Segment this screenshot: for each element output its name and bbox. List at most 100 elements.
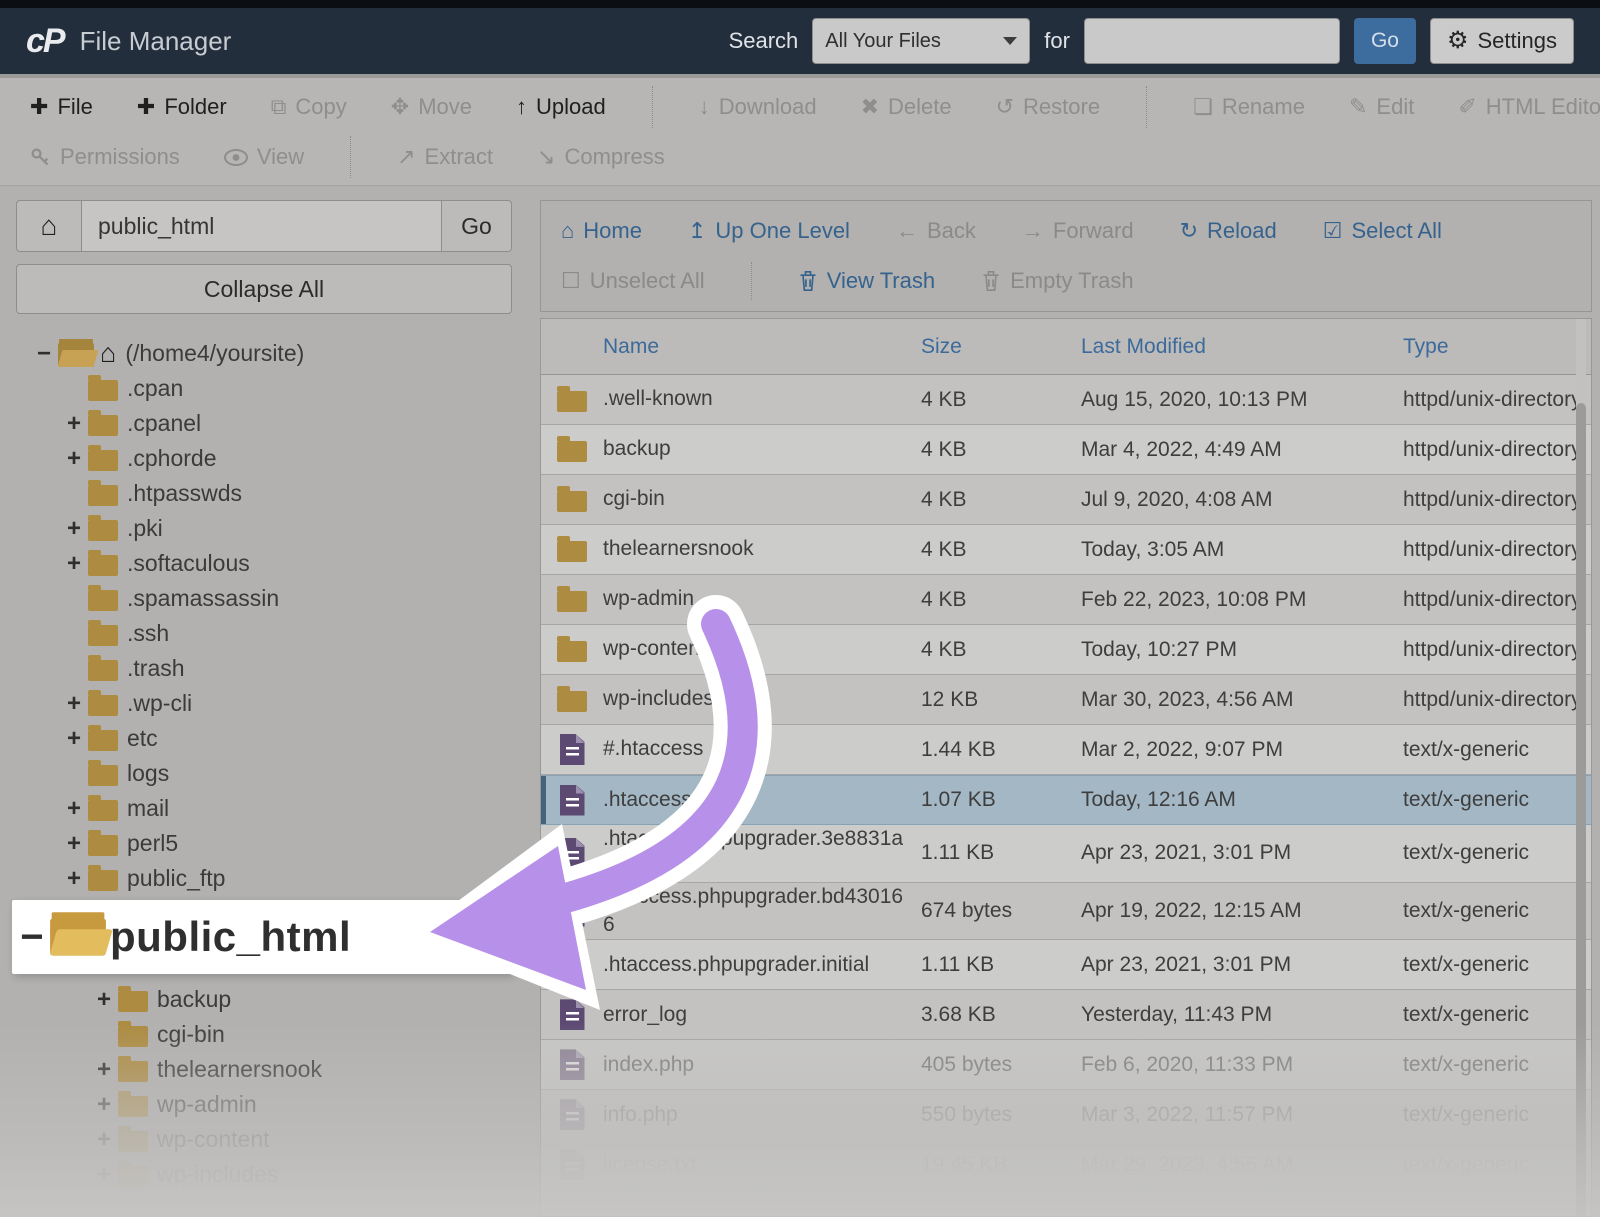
file-row[interactable]: .htaccess.phpupgrader.initial 1.11 KB Ap…: [541, 940, 1591, 990]
tree-expander-icon[interactable]: +: [60, 515, 88, 543]
file-row[interactable]: .htaccess.phpupgrader.bd430166 674 bytes…: [541, 883, 1591, 941]
toolbar-button[interactable]: ✎ Edit: [1349, 94, 1414, 120]
file-row[interactable]: .htaccess 1.07 KB Today, 12:16 AM text/x…: [541, 775, 1591, 825]
file-row[interactable]: index.php 405 bytes Feb 6, 2020, 11:33 P…: [541, 1040, 1591, 1090]
toolbar-button[interactable]: ↘ Compress: [537, 144, 665, 170]
file-name[interactable]: .well-known: [603, 385, 921, 413]
tree-item[interactable]: + .softaculous: [16, 546, 512, 581]
tree-item[interactable]: .trash: [16, 651, 512, 686]
tree-item[interactable]: .htpasswds: [16, 476, 512, 511]
tree-item[interactable]: + .cphorde: [16, 441, 512, 476]
file-row[interactable]: #.htaccess 1.44 KB Mar 2, 2022, 9:07 PM …: [541, 725, 1591, 775]
toolbar-button[interactable]: ✐ HTML Editor: [1458, 94, 1600, 120]
nav-link[interactable]: ☑ Select All: [1323, 218, 1442, 244]
file-name[interactable]: .htaccess: [603, 786, 921, 814]
column-header-modified[interactable]: Last Modified: [1081, 335, 1403, 359]
tree-item[interactable]: cgi-bin: [16, 1017, 512, 1052]
file-name[interactable]: error_log: [603, 1001, 921, 1029]
toolbar-button[interactable]: ↗ Extract: [397, 144, 493, 170]
tree-expander-icon[interactable]: +: [60, 550, 88, 578]
tree-expander-icon[interactable]: +: [60, 865, 88, 893]
tree-item[interactable]: + backup: [16, 982, 512, 1017]
nav-link[interactable]: View Trash: [798, 268, 935, 294]
toolbar-button[interactable]: ↑ Upload: [516, 94, 606, 120]
file-name[interactable]: .htaccess.phpupgrader.initial: [603, 951, 921, 979]
collapse-all-button[interactable]: Collapse All: [16, 264, 512, 314]
file-row[interactable]: info.php 550 bytes Mar 3, 2022, 11:57 PM…: [541, 1090, 1591, 1140]
search-scope-select[interactable]: All Your Files: [812, 18, 1030, 64]
toolbar-button[interactable]: Permissions: [30, 144, 180, 170]
tree-expander-icon[interactable]: −: [12, 915, 52, 960]
search-input[interactable]: [1084, 18, 1340, 64]
tree-expander-icon[interactable]: −: [30, 340, 58, 368]
file-row[interactable]: error_log 3.68 KB Yesterday, 11:43 PM te…: [541, 990, 1591, 1040]
tree-item[interactable]: + wp-content: [16, 1122, 512, 1157]
tree-item[interactable]: + wp-admin: [16, 1087, 512, 1122]
tree-expander-icon[interactable]: +: [90, 1091, 118, 1119]
tree-expander-icon[interactable]: +: [90, 986, 118, 1014]
tree-item[interactable]: − public_html: [12, 900, 512, 974]
toolbar-button[interactable]: ✚ File: [30, 94, 93, 120]
tree-item[interactable]: + public_ftp: [16, 861, 512, 896]
file-row[interactable]: wp-admin 4 KB Feb 22, 2023, 10:08 PM htt…: [541, 575, 1591, 625]
file-name[interactable]: license.txt: [603, 1151, 921, 1179]
tree-item[interactable]: .ssh: [16, 616, 512, 651]
toolbar-button[interactable]: ↓ Download: [699, 94, 817, 120]
nav-link[interactable]: Empty Trash: [981, 268, 1133, 294]
tree-item[interactable]: + .wp-cli: [16, 686, 512, 721]
toolbar-button[interactable]: ✥ Move: [391, 94, 472, 120]
tree-expander-icon[interactable]: +: [90, 1126, 118, 1154]
home-button[interactable]: ⌂: [16, 200, 82, 252]
tree-expander-icon[interactable]: +: [60, 445, 88, 473]
column-header-name[interactable]: Name: [603, 335, 921, 359]
nav-link[interactable]: ⌂ Home: [561, 218, 642, 244]
tree-expander-icon[interactable]: +: [90, 1056, 118, 1084]
tree-item[interactable]: + wp-includes: [16, 1157, 512, 1192]
tree-expander-icon[interactable]: +: [60, 795, 88, 823]
toolbar-button[interactable]: ✚ Folder: [137, 94, 227, 120]
file-row[interactable]: wp-includes 12 KB Mar 30, 2023, 4:56 AM …: [541, 675, 1591, 725]
tree-item[interactable]: + perl5: [16, 826, 512, 861]
column-header-size[interactable]: Size: [921, 335, 1081, 359]
file-row[interactable]: thelearnersnook 4 KB Today, 3:05 AM http…: [541, 525, 1591, 575]
file-row[interactable]: .well-known 4 KB Aug 15, 2020, 10:13 PM …: [541, 375, 1591, 425]
tree-expander-icon[interactable]: +: [60, 410, 88, 438]
tree-item[interactable]: − ⌂ (/home4/yoursite): [16, 336, 512, 371]
tree-item[interactable]: .spamassassin: [16, 581, 512, 616]
tree-expander-icon[interactable]: +: [60, 690, 88, 718]
file-name[interactable]: cgi-bin: [603, 485, 921, 513]
tree-item[interactable]: .cpan: [16, 371, 512, 406]
tree-item[interactable]: + .pki: [16, 511, 512, 546]
file-name[interactable]: backup: [603, 435, 921, 463]
file-name[interactable]: info.php: [603, 1101, 921, 1129]
file-row[interactable]: cgi-bin 4 KB Jul 9, 2020, 4:08 AM httpd/…: [541, 475, 1591, 525]
tree-item[interactable]: + etc: [16, 721, 512, 756]
file-name[interactable]: #.htaccess: [603, 735, 921, 763]
column-header-type[interactable]: Type: [1403, 335, 1591, 359]
tree-item[interactable]: + .cpanel: [16, 406, 512, 441]
file-name[interactable]: index.php: [603, 1051, 921, 1079]
search-go-button[interactable]: Go: [1354, 18, 1416, 64]
tree-item[interactable]: + mail: [16, 791, 512, 826]
toolbar-button[interactable]: ⧉ Copy: [271, 94, 347, 120]
toolbar-button[interactable]: ↺ Restore: [996, 94, 1100, 120]
file-name[interactable]: wp-includes: [603, 685, 921, 713]
tree-expander-icon[interactable]: +: [60, 830, 88, 858]
nav-link[interactable]: ↥ Up One Level: [688, 218, 850, 244]
tree-expander-icon[interactable]: +: [90, 1161, 118, 1189]
toolbar-button[interactable]: ❏ Rename: [1193, 94, 1305, 120]
nav-link[interactable]: ← Back: [896, 218, 976, 244]
tree-item[interactable]: logs: [16, 756, 512, 791]
vertical-scrollbar-thumb[interactable]: [1576, 403, 1586, 1217]
file-name[interactable]: wp-admin: [603, 585, 921, 613]
file-name[interactable]: wp-content: [603, 635, 921, 663]
file-row[interactable]: .htaccess.phpupgrader.3e8831af 1.11 KB A…: [541, 825, 1591, 883]
file-row[interactable]: wp-content 4 KB Today, 10:27 PM httpd/un…: [541, 625, 1591, 675]
settings-button[interactable]: ⚙ Settings: [1430, 18, 1574, 64]
path-input[interactable]: [82, 200, 442, 252]
tree-item[interactable]: + thelearnersnook: [16, 1052, 512, 1087]
nav-link[interactable]: ☐ Unselect All: [561, 268, 705, 294]
path-go-button[interactable]: Go: [442, 200, 512, 252]
nav-link[interactable]: ↻ Reload: [1180, 218, 1277, 244]
nav-link[interactable]: → Forward: [1022, 218, 1134, 244]
